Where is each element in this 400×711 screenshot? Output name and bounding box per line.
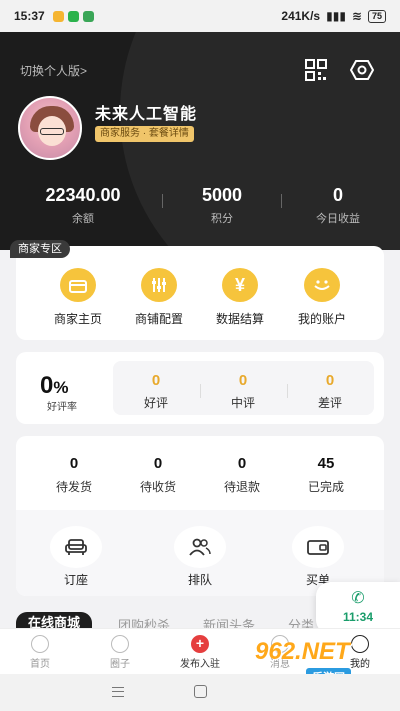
watermark-logo: 962.NET	[255, 638, 350, 665]
profile-header: 切换个人版> 未来人工智能 商家服务 · 套餐详情 22340.00 余额 50…	[0, 32, 400, 250]
plus-icon: +	[191, 635, 209, 653]
shop-config-button[interactable]: 商铺配置	[119, 268, 199, 327]
nav-home[interactable]: 首页	[10, 635, 70, 670]
profile-icon	[351, 635, 369, 653]
order-count: 0	[237, 455, 247, 472]
order-completed[interactable]: 45 已完成	[291, 455, 361, 495]
order-pending-receipt[interactable]: 0 待收货	[123, 455, 193, 495]
wechat-icon	[67, 10, 79, 22]
stat-label: 今日收益	[316, 213, 360, 225]
queue-button[interactable]: 排队	[168, 526, 232, 588]
zone-label: 数据结算	[215, 312, 264, 326]
stat-points[interactable]: 5000 积分	[172, 185, 272, 226]
order-label: 待发货	[55, 480, 92, 494]
avatar[interactable]	[18, 96, 82, 160]
shop-name: 未来人工智能	[95, 106, 198, 123]
rating-label: 中评	[230, 396, 255, 410]
nav-label: 我的	[350, 659, 370, 670]
order-pending-refund[interactable]: 0 待退款	[207, 455, 277, 495]
wallet-icon	[292, 526, 344, 568]
positive-rate-label: 好评率	[47, 402, 77, 413]
qr-code-icon[interactable]	[305, 59, 327, 81]
system-nav-bar	[0, 674, 400, 711]
rating-value: 0	[325, 372, 335, 389]
download-icon	[82, 10, 94, 22]
menu-icon[interactable]	[112, 687, 124, 697]
home-button-icon[interactable]	[194, 685, 207, 698]
rating-good[interactable]: 0 好评	[126, 372, 186, 411]
order-count: 0	[69, 455, 79, 472]
wifi-icon: ≋	[351, 9, 362, 23]
order-pending-shipment[interactable]: 0 待发货	[39, 455, 109, 495]
stat-value: 5000	[201, 185, 243, 205]
merchant-zone-tag: 商家专区	[10, 240, 70, 258]
divider	[287, 384, 288, 398]
data-settlement-button[interactable]: ¥ 数据结算	[200, 268, 280, 327]
phone-icon: ✆	[351, 590, 365, 607]
battery-icon: 75	[367, 9, 386, 23]
signal-icon: ▮▮▮	[326, 9, 346, 23]
tool-label: 排队	[187, 573, 212, 587]
yen-icon: ¥	[222, 268, 258, 302]
stat-value: 22340.00	[45, 185, 121, 205]
notification-app-icon	[52, 10, 64, 22]
settings-icon[interactable]	[350, 58, 374, 82]
merchant-home-button[interactable]: 商家主页	[38, 268, 118, 327]
stat-label: 余额	[72, 213, 94, 225]
rating-bad[interactable]: 0 差评	[300, 372, 360, 411]
order-label: 待收货	[139, 480, 176, 494]
smile-icon	[304, 268, 340, 302]
rating-value: 0	[151, 372, 161, 389]
pay-bill-button[interactable]: 买单	[286, 526, 350, 588]
chat-icon	[111, 635, 129, 653]
status-time: 15:37	[14, 9, 45, 23]
reservation-button[interactable]: 订座	[44, 526, 108, 588]
rating-label: 差评	[317, 396, 342, 410]
nav-label: 圈子	[110, 659, 130, 670]
divider	[162, 194, 163, 208]
order-label: 已完成	[307, 480, 344, 494]
rating-neutral[interactable]: 0 中评	[213, 372, 273, 411]
tool-label: 订座	[63, 573, 88, 587]
stat-today-income[interactable]: 0 今日收益	[290, 185, 386, 226]
stat-value: 0	[332, 185, 343, 205]
divider	[200, 384, 201, 398]
stat-balance[interactable]: 22340.00 余额	[20, 185, 146, 226]
order-count: 45	[317, 455, 335, 472]
zone-label: 商家主页	[53, 312, 102, 326]
order-count: 0	[153, 455, 163, 472]
my-account-button[interactable]: 我的账户	[282, 268, 362, 327]
nav-label: 首页	[30, 659, 50, 670]
status-bar: 15:37 241K/s ▮▮▮ ≋ 75	[0, 0, 400, 32]
sliders-icon	[141, 268, 177, 302]
nav-publish[interactable]: + 发布入驻	[170, 635, 230, 670]
divider	[281, 194, 282, 208]
sofa-icon	[50, 526, 102, 568]
rating-value: 0	[238, 372, 248, 389]
zone-label: 商铺配置	[134, 312, 183, 326]
stat-label: 积分	[211, 213, 233, 225]
order-label: 待退款	[223, 480, 260, 494]
merchant-service-badge[interactable]: 商家服务 · 套餐详情	[95, 126, 194, 142]
people-icon	[174, 526, 226, 568]
nav-label: 发布入驻	[180, 659, 220, 670]
home-icon	[31, 635, 49, 653]
network-speed: 241K/s	[281, 9, 321, 23]
shop-icon	[60, 268, 96, 302]
nav-circle[interactable]: 圈子	[90, 635, 150, 670]
positive-rate-value: 0%	[40, 372, 69, 399]
rating-label: 好评	[143, 396, 168, 410]
zone-label: 我的账户	[297, 312, 346, 326]
switch-personal-link[interactable]: 切换个人版>	[20, 62, 87, 79]
